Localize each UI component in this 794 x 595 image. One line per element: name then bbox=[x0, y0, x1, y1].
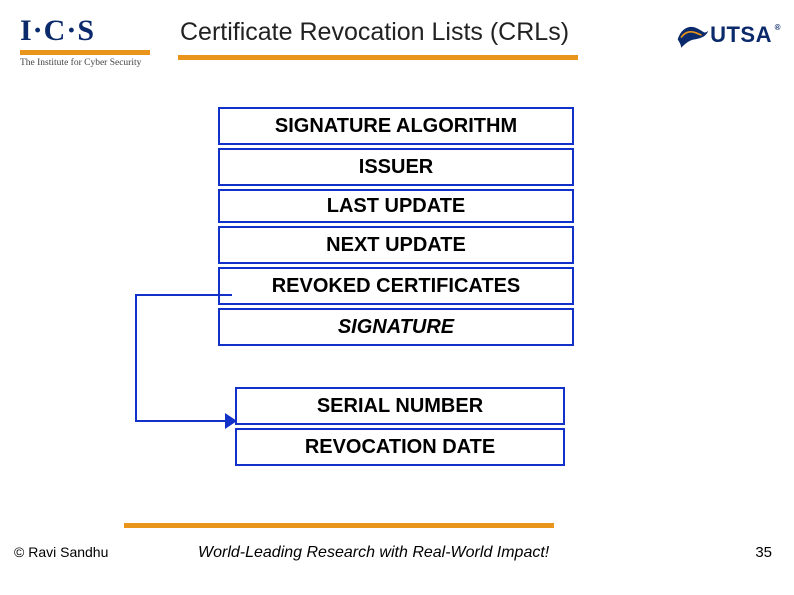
crl-field-last-update: LAST UPDATE bbox=[218, 189, 574, 223]
copyright-text: © Ravi Sandhu bbox=[14, 544, 108, 560]
crl-field-issuer: ISSUER bbox=[218, 148, 574, 186]
ics-logo: I·C·S The Institute for Cyber Security bbox=[20, 14, 160, 68]
footer-tagline: World-Leading Research with Real-World I… bbox=[198, 544, 549, 562]
crl-field-signature-algorithm: SIGNATURE ALGORITHM bbox=[218, 107, 574, 145]
crl-field-next-update: NEXT UPDATE bbox=[218, 226, 574, 264]
utsa-logo: UTSA ® bbox=[676, 20, 772, 50]
utsa-text-label: UTSA bbox=[710, 22, 772, 47]
connector-line bbox=[135, 420, 232, 422]
ics-logo-subtitle: The Institute for Cyber Security bbox=[20, 58, 160, 68]
roadrunner-icon bbox=[676, 20, 710, 50]
crl-field-signature: SIGNATURE bbox=[218, 308, 574, 346]
page-title: Certificate Revocation Lists (CRLs) bbox=[180, 18, 569, 47]
crl-field-revoked-certificates: REVOKED CERTIFICATES bbox=[218, 267, 574, 305]
page-number: 35 bbox=[755, 544, 772, 561]
title-underline bbox=[178, 55, 578, 60]
ics-logo-letters: I·C·S bbox=[20, 14, 160, 48]
crl-detail-serial-number: SERIAL NUMBER bbox=[235, 387, 565, 425]
slide: I·C·S The Institute for Cyber Security C… bbox=[0, 0, 794, 595]
crl-detail-revocation-date: REVOCATION DATE bbox=[235, 428, 565, 466]
footer-rule bbox=[124, 523, 554, 528]
ics-logo-rule bbox=[20, 50, 150, 55]
registered-icon: ® bbox=[775, 23, 781, 32]
utsa-logo-text: UTSA ® bbox=[710, 22, 772, 48]
connector-line bbox=[135, 294, 232, 296]
connector-line bbox=[135, 294, 137, 422]
